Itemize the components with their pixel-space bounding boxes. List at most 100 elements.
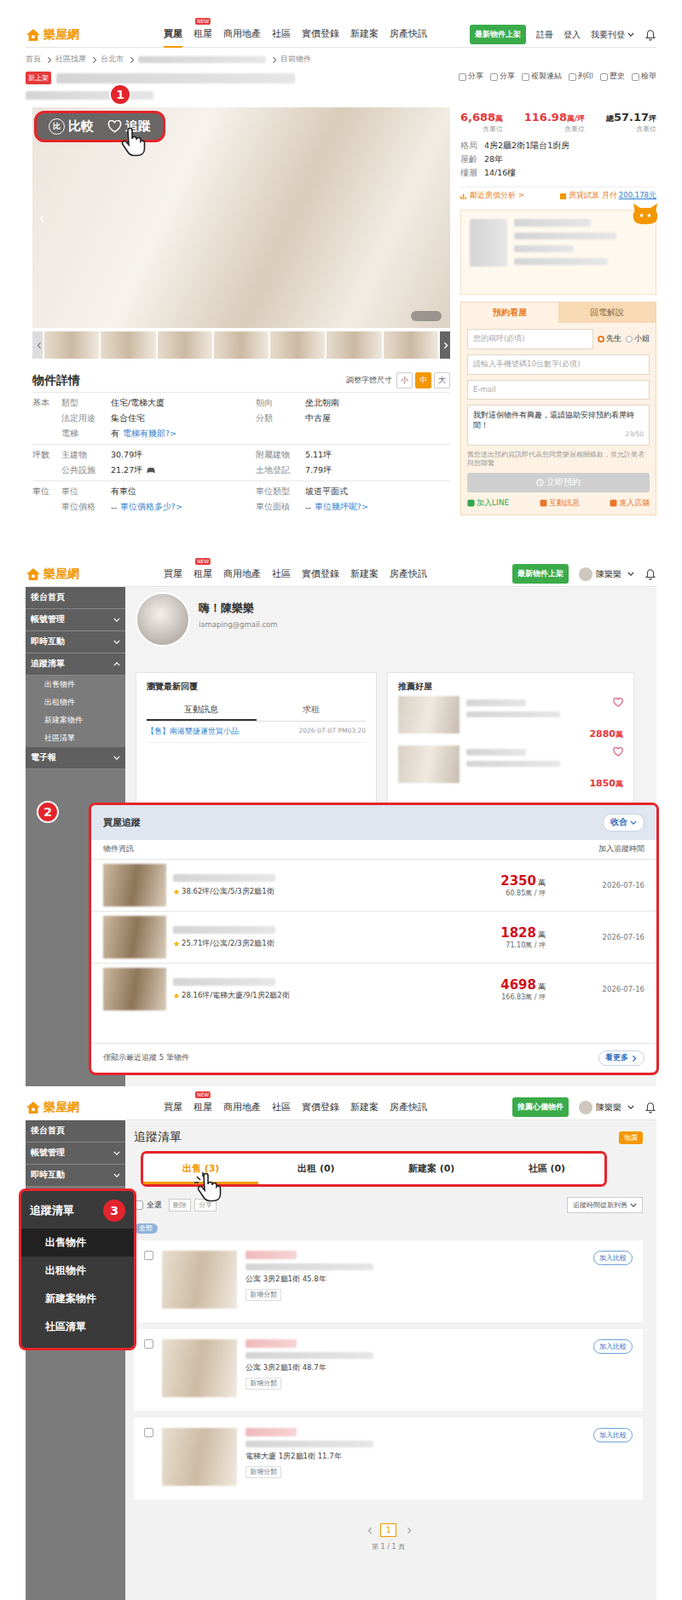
sort-dropdown[interactable]: 追蹤時間從新到舊 bbox=[566, 1197, 643, 1214]
name-input[interactable]: 您的稱呼(必填) bbox=[467, 329, 594, 350]
header-link[interactable]: 註冊 bbox=[536, 28, 554, 41]
sidebar-subitem[interactable]: 新建案物件 bbox=[25, 711, 126, 730]
tracked-listing-card[interactable]: 公寓 3房2廳1衛 45.8年 新增分類 加入比較 bbox=[133, 1241, 643, 1324]
recommend-item[interactable]: 2880萬 bbox=[398, 696, 624, 743]
phone-input[interactable]: 請輸入手機號碼10位數字(必填) bbox=[467, 354, 650, 376]
tracking-tab[interactable]: 新建案 (0) bbox=[374, 1154, 490, 1185]
nav-item[interactable]: 新建案 bbox=[350, 561, 379, 587]
replies-tab[interactable]: 互動訊息 bbox=[146, 701, 257, 722]
nav-item[interactable]: 買屋 bbox=[163, 21, 183, 48]
share-item[interactable]: 分享 bbox=[458, 71, 484, 82]
contact-action[interactable]: 互動訊息 bbox=[539, 497, 580, 509]
sidebar-subitem[interactable]: 出租物件 bbox=[21, 1257, 134, 1286]
message-textarea[interactable]: 我對這個物件有興趣，還請協助安排預約看屋時間！ 23/50 bbox=[467, 404, 650, 446]
details-link[interactable]: 車位幾坪呢?> bbox=[314, 502, 369, 514]
font-size-button[interactable]: 中 bbox=[415, 372, 432, 389]
bell-icon[interactable] bbox=[644, 568, 657, 581]
breadcrumb-item[interactable]: 社區找屋 bbox=[55, 54, 87, 65]
user-menu[interactable]: 陳樂樂 bbox=[578, 1101, 635, 1116]
header-link[interactable]: 我要刊登 bbox=[590, 28, 635, 41]
price-analysis-link[interactable]: 鄰近房價分析 > bbox=[460, 190, 525, 202]
nav-item[interactable]: 社區 bbox=[271, 21, 291, 48]
nav-item[interactable]: 買屋 bbox=[163, 1095, 183, 1121]
sidebar-subitem[interactable]: 出租物件 bbox=[25, 693, 126, 712]
nav-item[interactable]: 社區 bbox=[271, 561, 291, 587]
add-compare-button[interactable]: 加入比較 bbox=[593, 1251, 633, 1266]
tracking-row[interactable]: 28.16坪/電梯大廈/9/1房2廳2衛 4698萬 166.83萬 / 坪 2… bbox=[91, 963, 657, 1016]
nav-item[interactable]: 實價登錄 bbox=[301, 1095, 340, 1121]
thumbnail[interactable] bbox=[383, 331, 439, 359]
sidebar-item[interactable]: 即時互動 bbox=[25, 631, 126, 654]
add-compare-button[interactable]: 加入比較 bbox=[593, 1428, 633, 1444]
thumbnail[interactable] bbox=[326, 331, 382, 359]
tracking-tab[interactable]: 社區 (0) bbox=[489, 1154, 605, 1185]
sidebar-item[interactable]: 電子報 bbox=[25, 747, 126, 770]
toolbar-button[interactable]: 刪除 bbox=[168, 1199, 191, 1213]
page-button[interactable]: 1 bbox=[380, 1524, 398, 1538]
nav-item[interactable]: 租屋NEW bbox=[193, 561, 213, 587]
next-page-button[interactable] bbox=[403, 1529, 413, 1534]
promo-button[interactable]: 最新物件上架 bbox=[512, 564, 569, 584]
sidebar-subitem[interactable]: 出售物件 bbox=[21, 1229, 134, 1258]
share-item[interactable]: 檢舉 bbox=[631, 71, 657, 82]
nav-item[interactable]: 商用地產 bbox=[223, 21, 261, 48]
category-button[interactable]: 新增分類 bbox=[245, 1378, 282, 1391]
filter-tag[interactable]: 全部 bbox=[133, 1224, 158, 1235]
share-item[interactable]: 複製連結 bbox=[521, 71, 562, 82]
details-link[interactable]: 電梯有幾部?> bbox=[122, 428, 177, 440]
listing-checkbox[interactable] bbox=[144, 1428, 154, 1439]
sidebar-subitem[interactable]: 社區清單 bbox=[25, 729, 126, 748]
breadcrumb-item[interactable]: 目前物件 bbox=[280, 54, 312, 65]
breadcrumb-item[interactable]: 台北市 bbox=[100, 54, 124, 65]
tracking-tab[interactable]: 出售 (3) bbox=[143, 1154, 259, 1185]
listing-photo[interactable]: 比 比較 追蹤 bbox=[32, 107, 451, 329]
breadcrumb-item[interactable]: 首頁 bbox=[25, 54, 41, 65]
sidebar-item[interactable]: 追蹤清單 bbox=[25, 653, 126, 677]
contact-tab[interactable]: 回電解說 bbox=[558, 302, 656, 324]
promo-button[interactable]: 推薦心儀物件 bbox=[512, 1098, 569, 1118]
share-item[interactable]: 分享 bbox=[490, 71, 515, 82]
font-size-button[interactable]: 大 bbox=[433, 372, 451, 389]
nav-item[interactable]: 租屋NEW bbox=[193, 21, 213, 48]
thumb-next-button[interactable] bbox=[439, 331, 451, 359]
listing-checkbox[interactable] bbox=[144, 1340, 154, 1350]
nav-item[interactable]: 租屋NEW bbox=[193, 1095, 213, 1121]
nav-item[interactable]: 新建案 bbox=[350, 21, 379, 48]
sidebar-item[interactable]: 帳號管理 bbox=[25, 1143, 126, 1166]
category-button[interactable]: 新增分類 bbox=[245, 1289, 282, 1302]
nav-item[interactable]: 實價登錄 bbox=[301, 21, 340, 48]
header-link[interactable]: 登入 bbox=[563, 28, 581, 41]
share-item[interactable]: 歷史 bbox=[600, 71, 625, 82]
see-more-button[interactable]: 看更多 bbox=[598, 1051, 645, 1067]
site-logo[interactable]: 樂屋網 bbox=[25, 1100, 111, 1116]
bell-icon[interactable] bbox=[644, 28, 657, 41]
email-input[interactable]: E-mail bbox=[467, 380, 650, 400]
thumbnail[interactable] bbox=[213, 331, 269, 359]
nav-item[interactable]: 商用地產 bbox=[223, 561, 261, 587]
sidebar-subitem[interactable]: 出售物件 bbox=[25, 676, 126, 694]
nav-item[interactable]: 房產快訊 bbox=[389, 21, 428, 48]
site-logo[interactable]: 樂屋網 bbox=[25, 566, 111, 583]
thumbnail[interactable] bbox=[100, 331, 156, 359]
prev-page-button[interactable] bbox=[364, 1529, 374, 1534]
map-button[interactable]: 地圖 bbox=[618, 1132, 643, 1145]
nav-item[interactable]: 房產快訊 bbox=[389, 561, 428, 587]
gender-radio[interactable]: 先生 bbox=[597, 334, 622, 345]
heart-icon[interactable] bbox=[612, 747, 624, 758]
sidebar-item[interactable]: 帳號管理 bbox=[25, 609, 126, 632]
site-logo[interactable]: 樂屋網 bbox=[25, 27, 111, 43]
photo-prev-button[interactable] bbox=[35, 209, 46, 226]
tracked-listing-card[interactable]: 公寓 3房2廳1衛 48.7年 新增分類 加入比較 bbox=[133, 1329, 643, 1412]
details-link[interactable]: 車位價格多少?> bbox=[120, 502, 183, 514]
nav-item[interactable]: 社區 bbox=[271, 1095, 291, 1121]
nav-item[interactable]: 新建案 bbox=[350, 1095, 379, 1121]
recommend-item[interactable]: 1850萬 bbox=[398, 745, 624, 792]
sidebar-item[interactable]: 後台首頁 bbox=[25, 1121, 126, 1144]
nav-item[interactable]: 買屋 bbox=[163, 561, 183, 587]
thumbnail[interactable] bbox=[44, 331, 99, 359]
contact-tab[interactable]: 預約看屋 bbox=[461, 302, 559, 324]
collapse-button[interactable]: 收合 bbox=[602, 814, 645, 833]
category-button[interactable]: 新增分類 bbox=[245, 1467, 282, 1480]
replies-tab[interactable]: 求租 bbox=[256, 701, 367, 722]
font-size-button[interactable]: 小 bbox=[396, 372, 413, 389]
